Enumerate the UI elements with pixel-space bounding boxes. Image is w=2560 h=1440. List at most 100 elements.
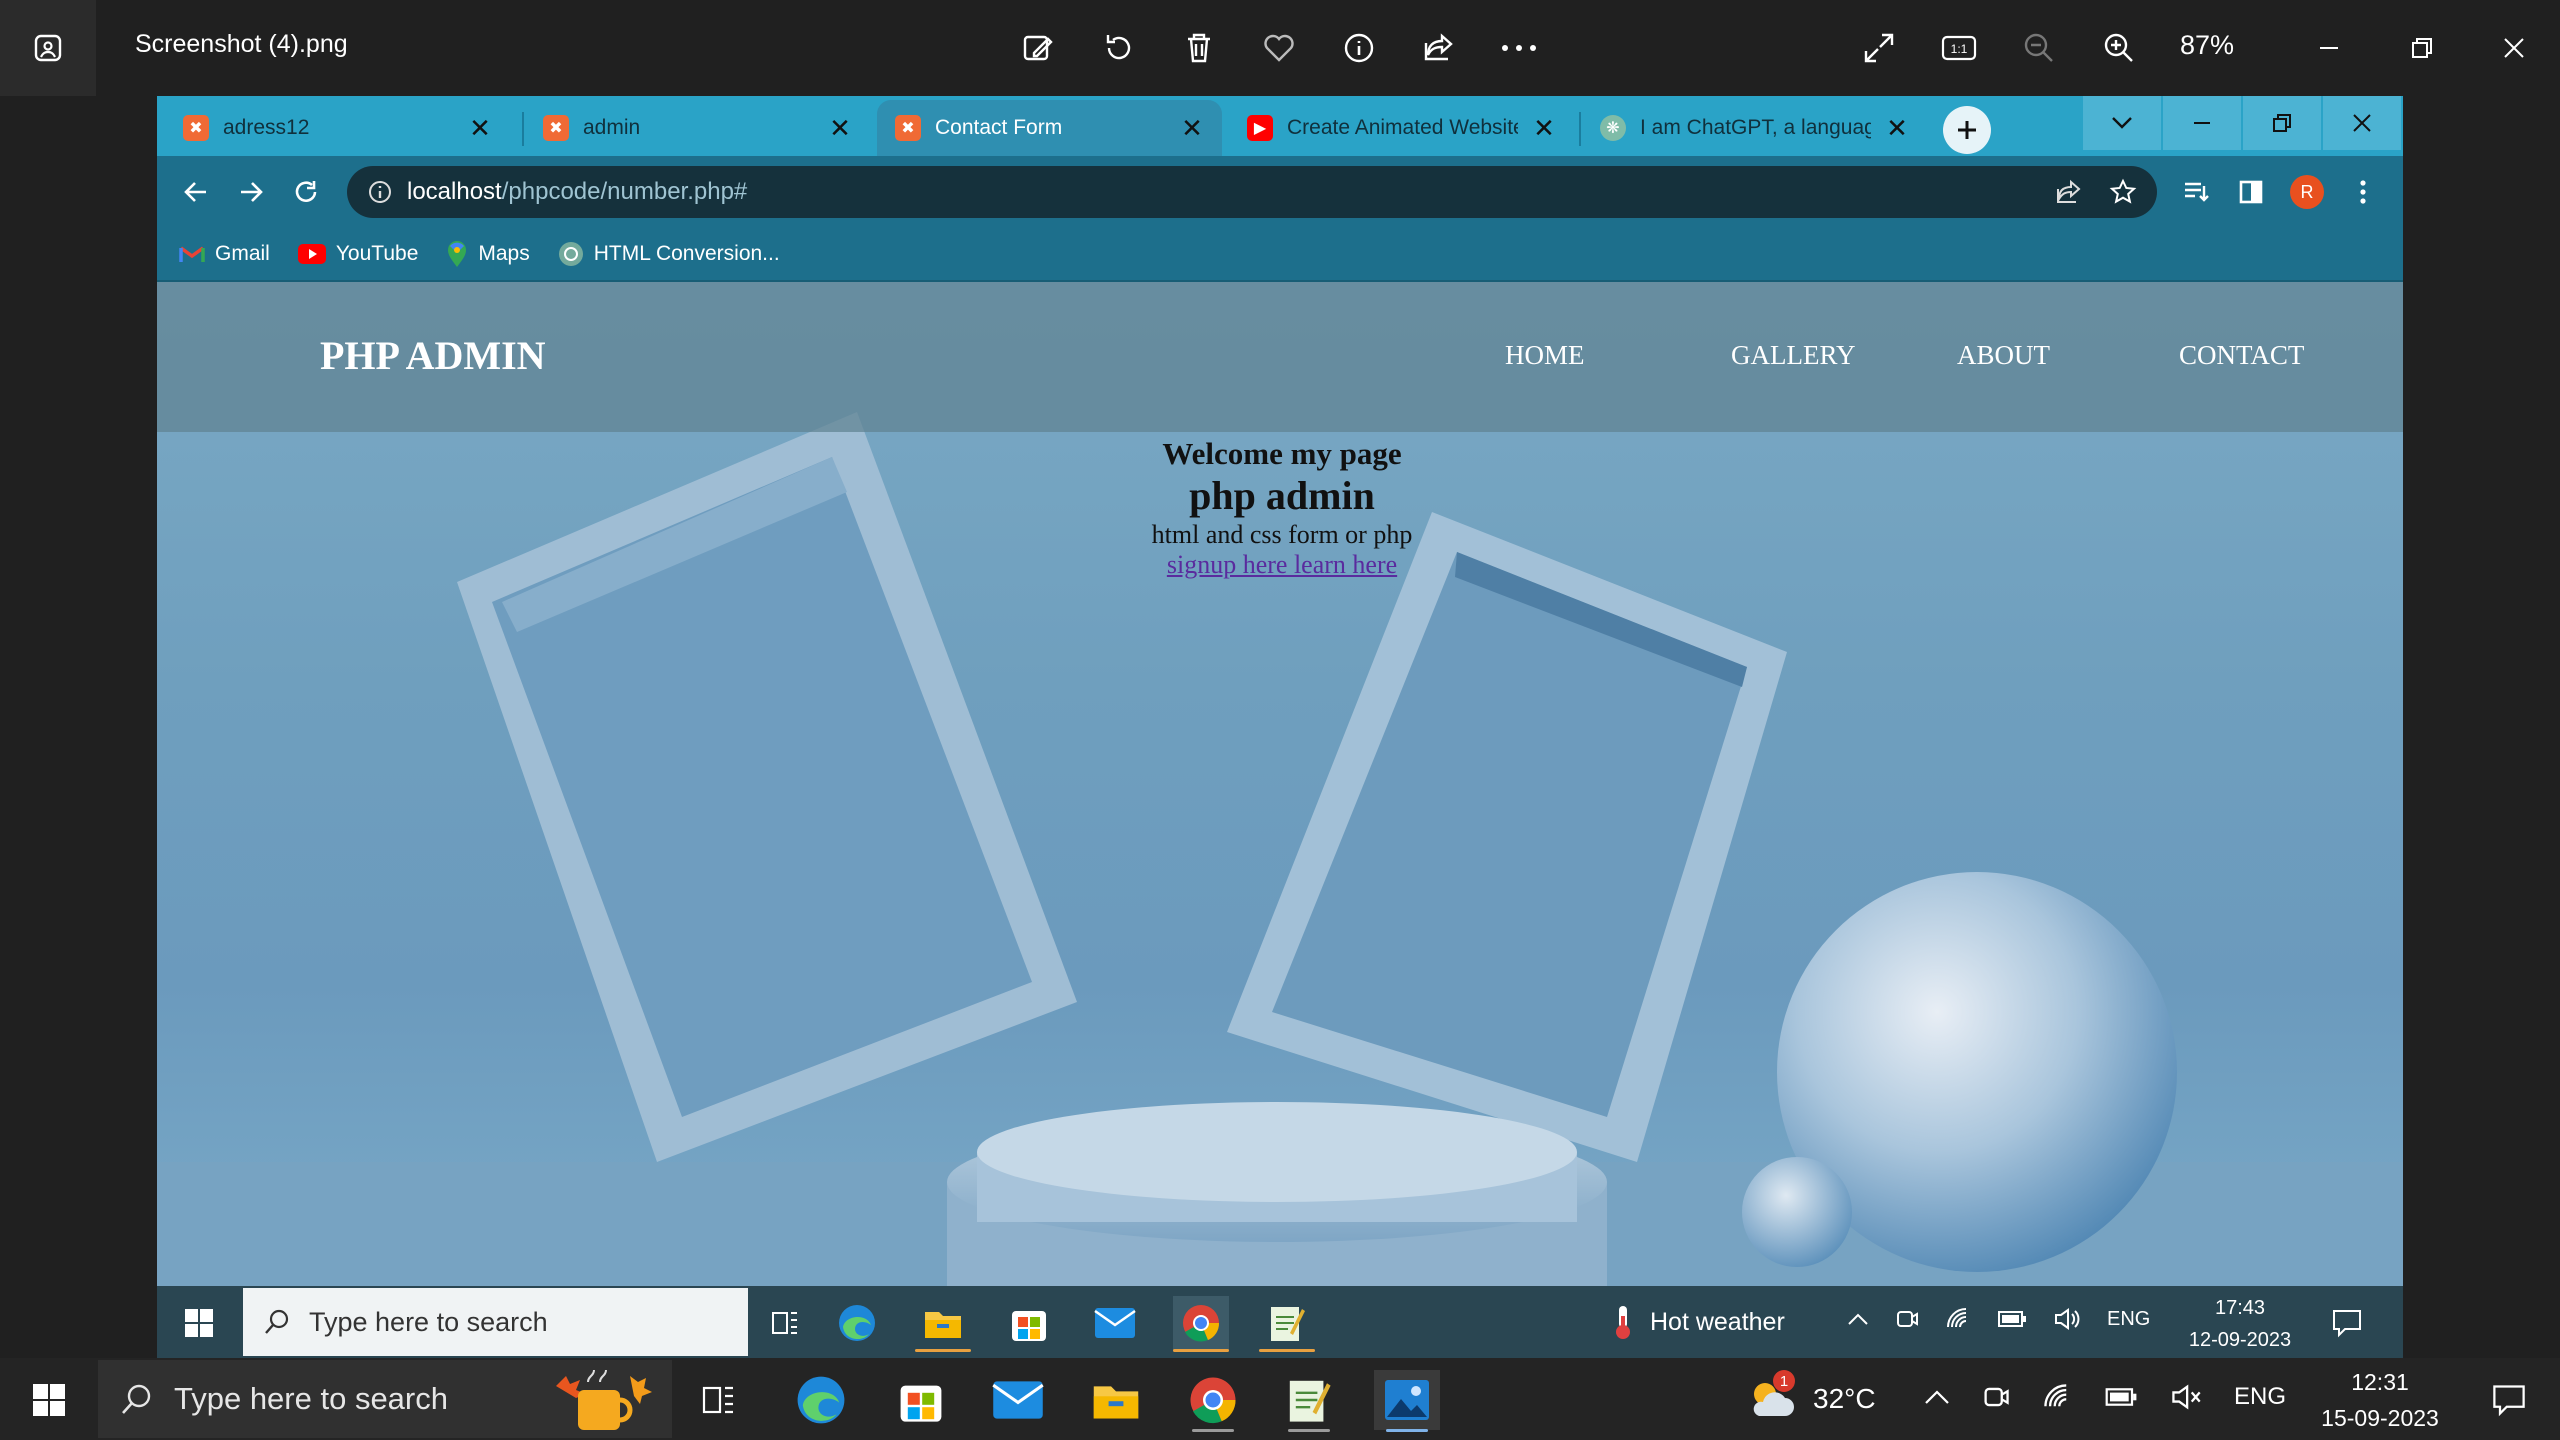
notification-icon[interactable] [2476, 1370, 2542, 1430]
photos-icon[interactable] [1374, 1370, 1440, 1432]
volume-icon[interactable] [2053, 1307, 2081, 1331]
thermometer-icon [1616, 1306, 1630, 1339]
notepad-icon[interactable] [1259, 1296, 1315, 1352]
xampp-icon: ✖ [543, 115, 569, 141]
microsoft-store-icon[interactable] [1001, 1296, 1057, 1350]
browser-close-icon[interactable] [2323, 96, 2401, 150]
wifi-icon[interactable] [1945, 1307, 1971, 1331]
clock[interactable]: 12:31 15-09-2023 [2300, 1364, 2460, 1436]
bookmark-youtube[interactable]: YouTube [297, 242, 418, 266]
volume-muted-icon[interactable] [2170, 1383, 2202, 1411]
more-icon[interactable] [1495, 24, 1543, 72]
inner-search-box[interactable]: Type here to search [243, 1288, 748, 1356]
file-explorer-icon[interactable] [1083, 1370, 1149, 1430]
inner-lang[interactable]: ENG [2107, 1308, 2150, 1331]
browser-minimize-icon[interactable] [2163, 96, 2241, 150]
chrome-icon[interactable] [1180, 1370, 1246, 1432]
tab-search-icon[interactable] [2083, 96, 2161, 150]
new-tab-button[interactable] [1943, 106, 1991, 154]
forward-icon[interactable] [227, 168, 275, 216]
chrome-icon[interactable] [1173, 1296, 1229, 1352]
tab-close-icon[interactable]: ✕ [468, 113, 492, 144]
taskbar-search-box[interactable]: Type here to search [98, 1360, 672, 1438]
site-info-icon[interactable] [367, 179, 393, 205]
share-page-icon[interactable] [2055, 178, 2083, 206]
chevron-up-icon[interactable] [1924, 1389, 1950, 1405]
tab-create-animated-website[interactable]: ▶ Create Animated Website ✕ [1229, 100, 1574, 156]
file-explorer-icon[interactable] [915, 1296, 971, 1352]
tab-chatgpt[interactable]: ❋ I am ChatGPT, a language ✕ [1582, 100, 1927, 156]
tab-adress12[interactable]: ✖ adress12 ✕ [165, 100, 510, 156]
nav-home[interactable]: HOME [1505, 340, 1585, 371]
reading-list-icon[interactable] [2172, 168, 2220, 216]
meet-now-icon[interactable] [1982, 1382, 2010, 1412]
inner-notification-icon[interactable] [2319, 1296, 2375, 1350]
notepad-icon[interactable] [1276, 1370, 1342, 1432]
info-icon[interactable] [1335, 24, 1383, 72]
back-icon[interactable] [172, 168, 220, 216]
tab-contact-form[interactable]: ✖ Contact Form ✕ [877, 100, 1222, 156]
bookmark-maps[interactable]: Maps [446, 240, 530, 268]
favorite-icon[interactable] [1255, 24, 1303, 72]
signup-link[interactable]: signup here learn here [1167, 550, 1397, 579]
mail-icon[interactable] [985, 1370, 1051, 1430]
tab-close-icon[interactable]: ✕ [1532, 113, 1556, 144]
gmail-icon [179, 246, 205, 262]
actual-size-icon[interactable]: 1:1 [1935, 24, 1983, 72]
system-tray: ENG [1924, 1382, 2286, 1412]
close-icon[interactable] [2490, 24, 2538, 72]
inner-clock[interactable]: 17:43 12-09-2023 [2185, 1292, 2295, 1356]
restore-icon[interactable] [2398, 24, 2446, 72]
running-indicator [1192, 1429, 1234, 1432]
left-frame-decoration [457, 412, 1077, 1162]
edit-image-icon[interactable] [1015, 24, 1063, 72]
lang[interactable]: ENG [2234, 1383, 2286, 1411]
delete-icon[interactable] [1175, 24, 1223, 72]
meet-now-icon[interactable] [1895, 1306, 1919, 1332]
microsoft-store-icon[interactable] [888, 1370, 954, 1430]
battery-icon[interactable] [1997, 1309, 2027, 1329]
fullscreen-icon[interactable] [1855, 24, 1903, 72]
address-bar[interactable]: localhost/phpcode/number.php# [347, 166, 2157, 218]
nav-gallery[interactable]: GALLERY [1731, 340, 1856, 371]
side-panel-icon[interactable] [2227, 168, 2275, 216]
wifi-icon[interactable] [2042, 1383, 2072, 1411]
rotate-icon[interactable] [1095, 24, 1143, 72]
zoom-in-icon[interactable] [2095, 24, 2143, 72]
browser-menu-icon[interactable] [2339, 168, 2387, 216]
zoom-out-icon[interactable] [2015, 24, 2063, 72]
tab-label: I am ChatGPT, a language [1640, 116, 1871, 139]
bookmark-html-conversion[interactable]: HTML Conversion... [558, 241, 780, 267]
battery-icon[interactable] [2104, 1386, 2138, 1408]
reload-icon[interactable] [282, 168, 330, 216]
tab-admin[interactable]: ✖ admin ✕ [525, 100, 870, 156]
nav-contact[interactable]: CONTACT [2179, 340, 2304, 371]
site-brand[interactable]: PHP ADMIN [320, 332, 546, 379]
maps-icon [448, 241, 467, 267]
inner-start-icon[interactable] [171, 1296, 227, 1350]
weather-widget[interactable]: 1 32°C [1745, 1370, 1876, 1422]
tab-close-icon[interactable]: ✕ [828, 113, 852, 144]
chevron-up-icon[interactable] [1847, 1312, 1869, 1326]
task-view-icon[interactable] [757, 1296, 813, 1350]
tab-separator [1579, 112, 1581, 146]
minimize-icon[interactable] [2305, 24, 2353, 72]
inner-weather[interactable]: Hot weather [1612, 1304, 1785, 1340]
start-icon[interactable] [16, 1370, 82, 1430]
edge-icon[interactable] [788, 1370, 854, 1430]
bookmark-star-icon[interactable] [2109, 178, 2137, 206]
nav-about[interactable]: ABOUT [1957, 340, 2050, 371]
edge-icon[interactable] [829, 1296, 885, 1350]
bookmark-gmail[interactable]: Gmail [179, 242, 270, 266]
tab-close-icon[interactable]: ✕ [1180, 113, 1204, 144]
tab-close-icon[interactable]: ✕ [1885, 113, 1909, 144]
browser-restore-icon[interactable] [2243, 96, 2321, 150]
task-view-icon[interactable] [686, 1370, 752, 1430]
profile-avatar[interactable]: R [2283, 168, 2331, 216]
share-icon[interactable] [1415, 24, 1463, 72]
tab-label: adress12 [223, 116, 310, 139]
chatgpt-icon [558, 242, 583, 266]
mail-icon[interactable] [1087, 1296, 1143, 1350]
photos-app-icon[interactable] [0, 0, 96, 96]
running-indicator [1259, 1349, 1315, 1352]
